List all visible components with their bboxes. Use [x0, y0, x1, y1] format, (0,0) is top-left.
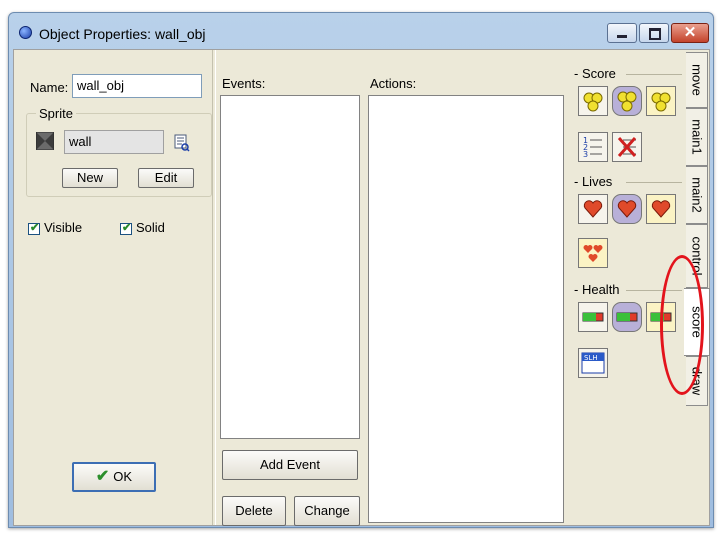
object-properties-window: Object Properties: wall_obj ✕ Name: wall… — [8, 12, 714, 528]
edit-sprite-button[interactable]: Edit — [138, 168, 194, 188]
delete-event-button[interactable]: Delete — [222, 496, 286, 526]
group-label-score: - Score — [574, 66, 616, 81]
events-list[interactable] — [220, 95, 360, 439]
minimize-button[interactable] — [607, 23, 637, 43]
set-score-icon[interactable] — [578, 86, 608, 116]
actions-label: Actions: — [370, 76, 417, 91]
group-label-health: - Health — [574, 282, 620, 297]
draw-life-images-icon[interactable] — [578, 238, 608, 268]
checkmark-icon: ✔ — [122, 222, 132, 234]
svg-text:3: 3 — [583, 150, 588, 159]
visible-checkbox[interactable]: ✔ — [28, 222, 40, 235]
sprite-legend: Sprite — [36, 106, 76, 121]
window-title: Object Properties: wall_obj — [39, 26, 206, 42]
app-icon — [19, 26, 32, 39]
maximize-icon — [649, 28, 661, 40]
group-separator — [626, 74, 682, 75]
solid-label: Solid — [136, 220, 165, 235]
ok-label: OK — [113, 469, 133, 484]
tab-main2[interactable]: main2 — [686, 166, 708, 224]
solid-checkbox[interactable]: ✔ — [120, 222, 132, 235]
checkmark-icon: ✔ — [30, 222, 40, 234]
window-client-area: Name: wall_obj Sprite wall New Edit ✔ Vi… — [13, 49, 710, 526]
minimize-icon — [617, 35, 627, 38]
checkmark-icon: ✔ — [95, 468, 110, 485]
tab-main1[interactable]: main1 — [686, 108, 708, 166]
new-sprite-button[interactable]: New — [62, 168, 118, 188]
name-input[interactable]: wall_obj — [72, 74, 202, 98]
show-highscore-icon[interactable]: 123 — [578, 132, 608, 162]
add-event-button[interactable]: Add Event — [222, 450, 358, 480]
draw-score-icon[interactable] — [646, 86, 676, 116]
group-label-lives: - Lives — [574, 174, 613, 189]
name-label: Name: — [30, 80, 69, 95]
visible-label: Visible — [44, 220, 83, 235]
actions-list[interactable] — [368, 95, 564, 523]
test-score-icon[interactable] — [612, 86, 642, 116]
score-tab-highlight — [660, 255, 704, 395]
draw-lives-icon[interactable] — [646, 194, 676, 224]
sprite-field[interactable]: wall — [64, 130, 164, 154]
group-separator — [626, 182, 682, 183]
caption-glyph: SLH — [584, 354, 598, 362]
sprite-menu-icon[interactable] — [174, 134, 190, 152]
score-caption-icon[interactable]: SLH — [578, 348, 608, 378]
events-label: Events: — [222, 76, 266, 91]
ok-button[interactable]: ✔ OK — [72, 462, 156, 492]
test-health-icon[interactable] — [612, 302, 642, 332]
maximize-button[interactable] — [639, 23, 669, 43]
title-bar[interactable]: Object Properties: wall_obj ✕ — [9, 13, 713, 43]
pane-divider — [212, 50, 216, 525]
set-health-icon[interactable] — [578, 302, 608, 332]
sprite-preview-icon — [36, 132, 54, 150]
change-event-button[interactable]: Change — [294, 496, 360, 526]
close-button[interactable]: ✕ — [671, 23, 709, 43]
close-icon: ✕ — [683, 24, 697, 41]
set-lives-icon[interactable] — [578, 194, 608, 224]
clear-highscore-icon[interactable] — [612, 132, 642, 162]
tab-move[interactable]: move — [686, 52, 708, 108]
test-lives-icon[interactable] — [612, 194, 642, 224]
